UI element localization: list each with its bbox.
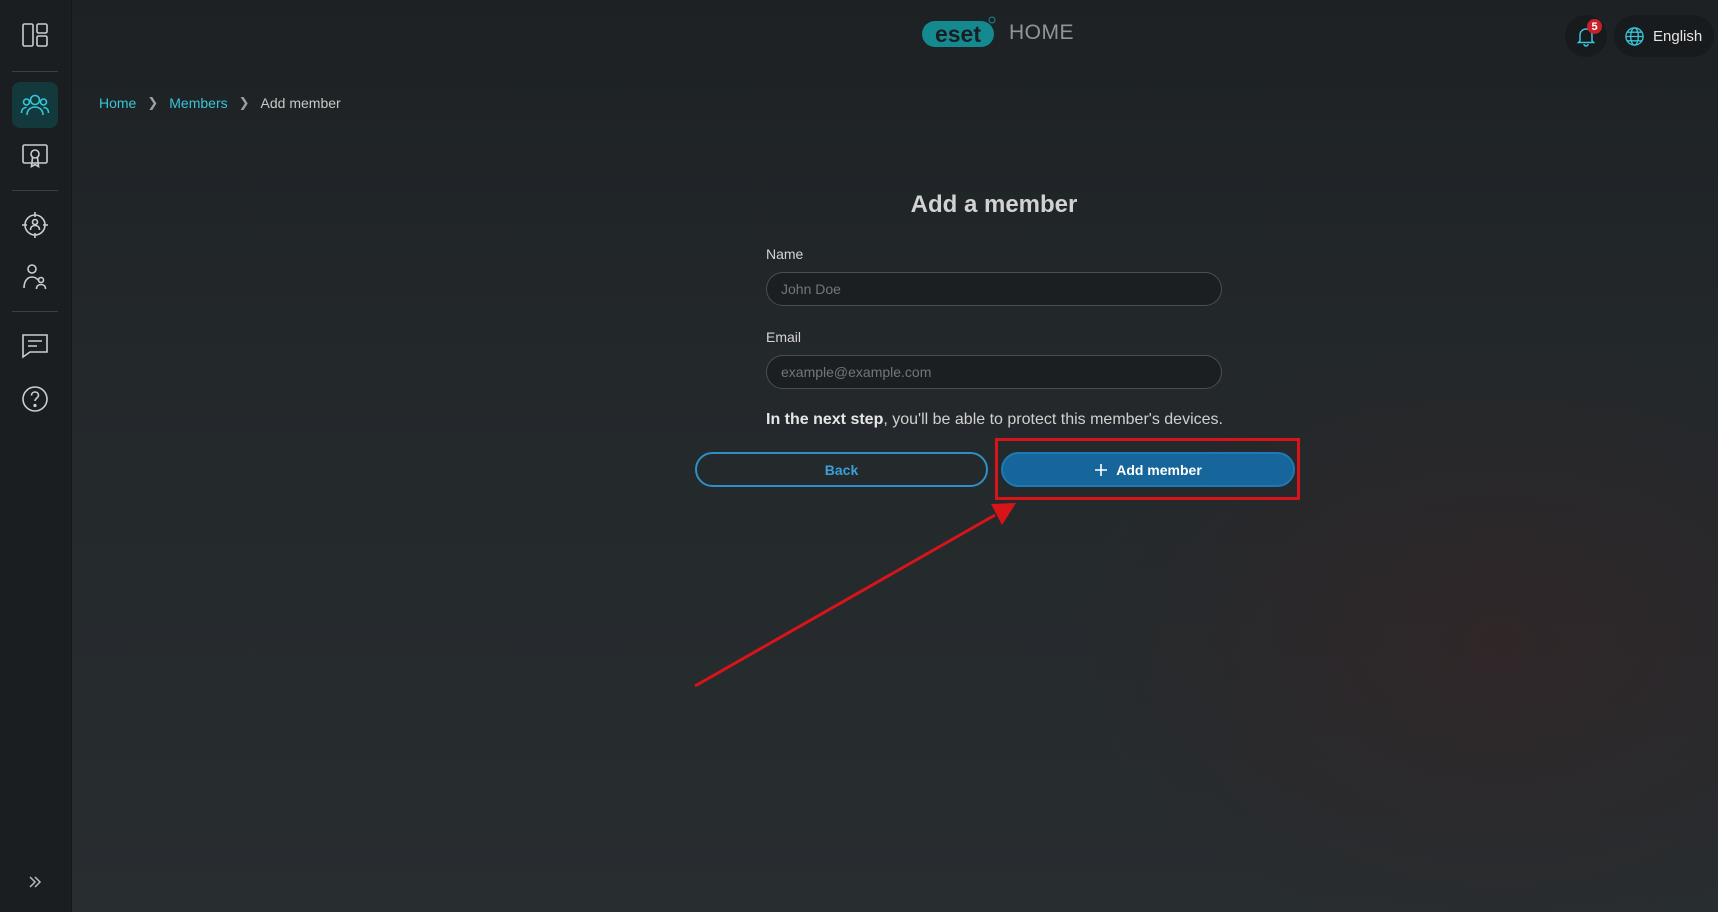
back-button-label: Back (824, 461, 859, 478)
language-selector[interactable]: English (1614, 15, 1714, 57)
chevron-right-icon: ❯ (147, 95, 159, 110)
logo-text: eset (935, 21, 981, 47)
next-step-text: , you'll be able to protect this member'… (883, 411, 1223, 428)
parental-control-icon (23, 264, 47, 290)
next-step-info: In the next step, you'll be able to prot… (766, 411, 1223, 429)
next-step-bold: In the next step (766, 411, 884, 428)
license-icon (22, 144, 48, 168)
members-icon (20, 94, 50, 116)
sidebar-item-members[interactable] (12, 82, 58, 128)
back-button[interactable]: Back (695, 452, 988, 487)
help-icon (22, 386, 48, 412)
breadcrumb-home[interactable]: Home (99, 95, 136, 111)
name-label: Name (766, 246, 804, 262)
sidebar-item-anti-theft[interactable] (12, 202, 58, 248)
sidebar-item-feedback[interactable] (12, 323, 58, 369)
eset-home-logo[interactable]: eset HOME (921, 16, 1074, 50)
sidebar-item-dashboard[interactable] (12, 12, 58, 58)
email-label: Email (766, 329, 802, 345)
sidebar-divider (12, 311, 58, 312)
sidebar-divider (12, 190, 58, 191)
expand-sidebar-button[interactable] (22, 871, 48, 893)
double-chevron-right-icon (29, 876, 42, 888)
feedback-icon (22, 334, 48, 359)
name-input[interactable] (766, 272, 1222, 306)
globe-icon (1625, 26, 1644, 46)
add-member-button[interactable]: Add member (1001, 452, 1295, 487)
sidebar (0, 0, 72, 912)
sidebar-item-parental-control[interactable] (12, 254, 58, 300)
add-member-button-label: Add member (1116, 461, 1202, 478)
chevron-right-icon: ❯ (238, 95, 250, 110)
language-label: English (1653, 27, 1703, 45)
email-input[interactable] (766, 355, 1222, 389)
breadcrumb-members[interactable]: Members (169, 95, 227, 111)
anti-theft-icon (22, 212, 48, 238)
sidebar-divider (12, 71, 58, 72)
breadcrumb-current: Add member (260, 95, 341, 111)
dashboard-icon (22, 23, 48, 47)
logo-home-text: HOME (1009, 21, 1074, 44)
page: eset HOME 5 English Home ❯ Members ❯ Add… (0, 0, 1718, 912)
plus-icon (1095, 463, 1108, 476)
eset-logo-icon: eset (922, 16, 996, 47)
sidebar-item-licenses[interactable] (12, 133, 58, 179)
notification-badge: 5 (1587, 19, 1602, 34)
breadcrumb: Home ❯ Members ❯ Add member (99, 95, 341, 111)
page-title: Add a member (910, 191, 1078, 218)
notifications-button[interactable]: 5 (1565, 15, 1607, 57)
sidebar-item-help[interactable] (12, 376, 58, 422)
